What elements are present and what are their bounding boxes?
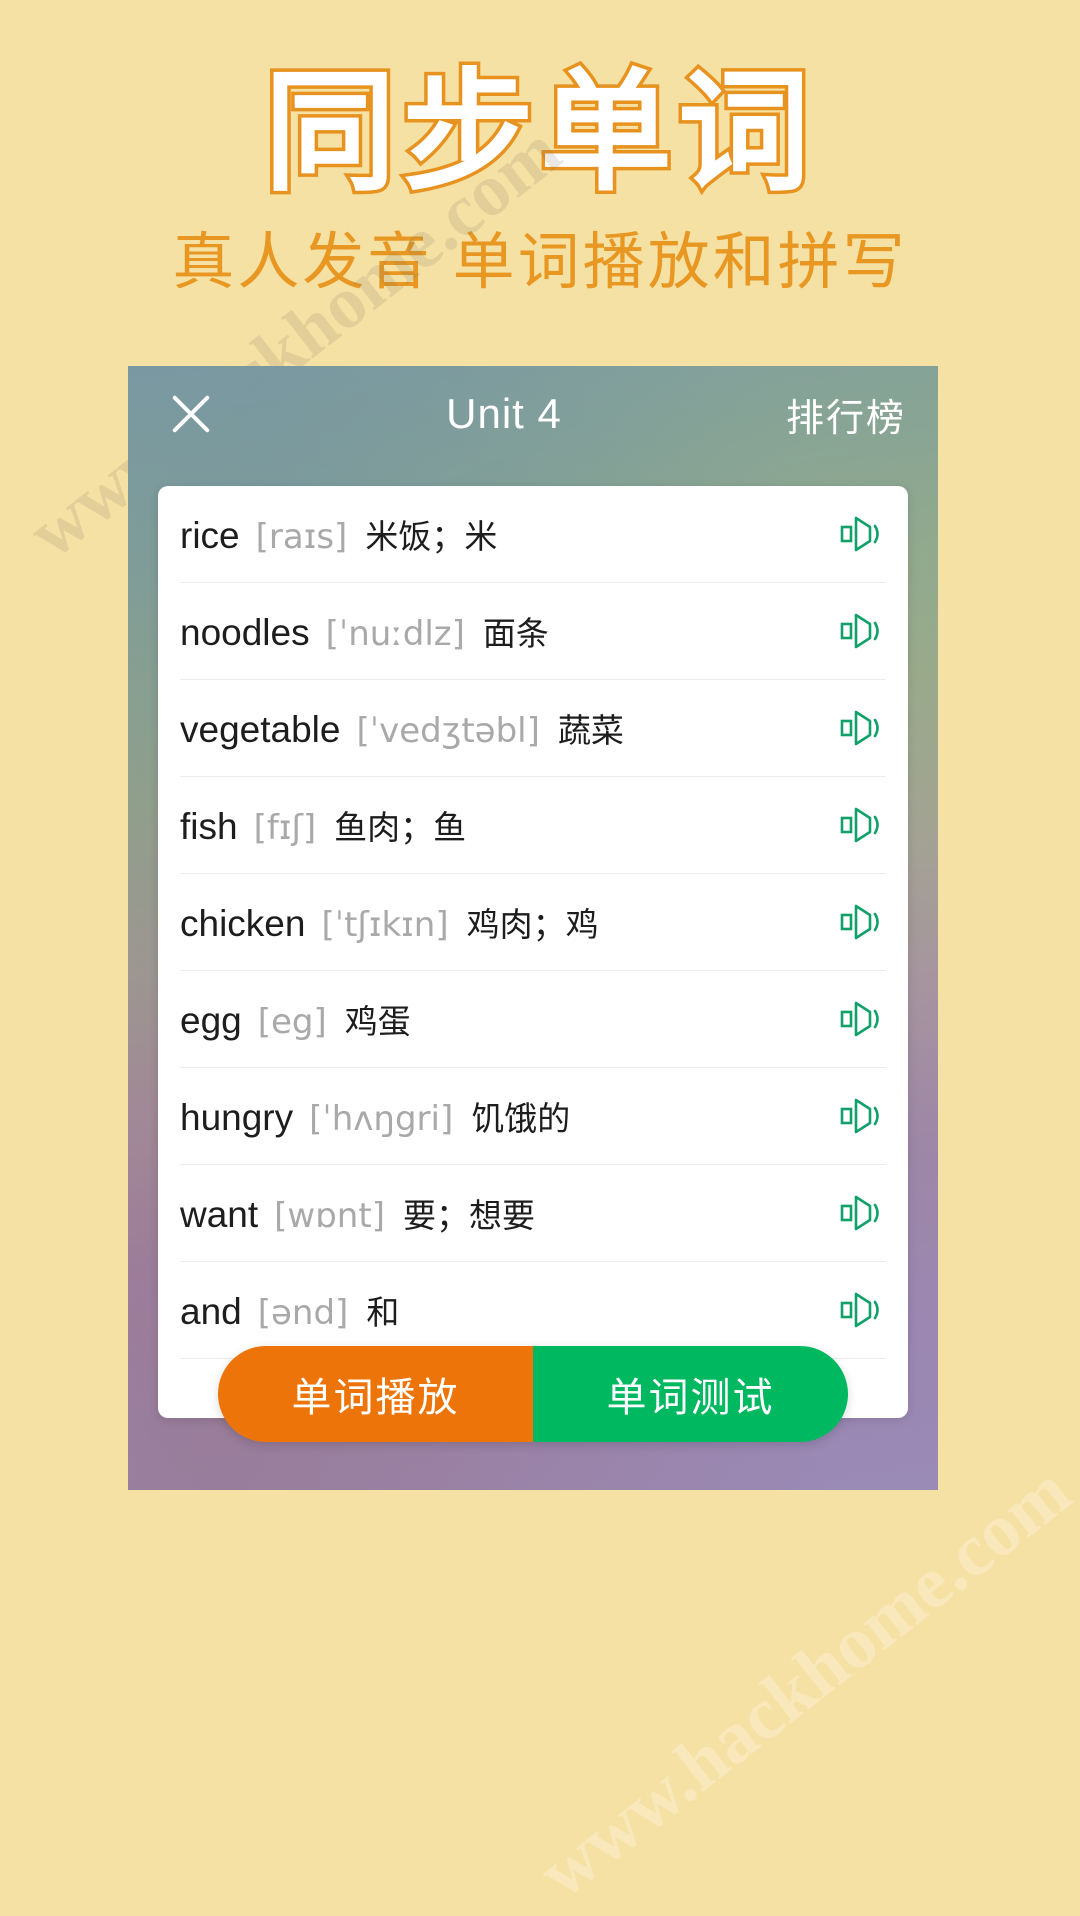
word-entry: noodles [ˈnuːdlz] 面条 bbox=[180, 607, 828, 655]
word-row[interactable]: and [ənd] 和 bbox=[180, 1262, 886, 1359]
button-group: 单词播放 单词测试 bbox=[218, 1346, 848, 1442]
promo-header: 同步单词 真人发音 单词播放和拼写 bbox=[0, 0, 1080, 297]
promo-subtitle: 真人发音 单词播放和拼写 bbox=[172, 227, 908, 297]
word-entry: egg [eg] 鸡蛋 bbox=[180, 995, 828, 1043]
word-meaning: 米饭；米 bbox=[365, 518, 498, 555]
word-meaning: 面条 bbox=[482, 615, 549, 652]
word-play-button[interactable]: 单词播放 bbox=[218, 1346, 533, 1442]
word-entry: and [ənd] 和 bbox=[180, 1286, 828, 1334]
word-phonetic: [ˈhʌŋgri] bbox=[309, 1099, 454, 1139]
word-phonetic: [raɪs] bbox=[255, 517, 348, 557]
word-row[interactable]: want [wɒnt] 要；想要 bbox=[180, 1165, 886, 1262]
word-english: vegetable bbox=[180, 709, 341, 750]
word-meaning: 和 bbox=[366, 1294, 400, 1331]
word-meaning: 饥饿的 bbox=[471, 1100, 571, 1137]
word-test-button[interactable]: 单词测试 bbox=[533, 1346, 848, 1442]
word-row[interactable]: hungry [ˈhʌŋgri] 饥饿的 bbox=[180, 1068, 886, 1165]
word-english: fish bbox=[180, 806, 238, 847]
speaker-icon[interactable] bbox=[840, 1290, 886, 1330]
navbar: Unit 4 排行榜 bbox=[128, 366, 938, 462]
speaker-icon[interactable] bbox=[840, 902, 886, 942]
word-row[interactable]: egg [eg] 鸡蛋 bbox=[180, 971, 886, 1068]
word-entry: want [wɒnt] 要；想要 bbox=[180, 1189, 828, 1237]
word-list-card: rice [raɪs] 米饭；米 noodles [ˈnuːdlz] 面条 vegetabl… bbox=[158, 486, 908, 1418]
word-phonetic: [fɪʃ] bbox=[253, 808, 317, 848]
word-english: egg bbox=[180, 1000, 242, 1041]
word-entry: hungry [ˈhʌŋgri] 饥饿的 bbox=[180, 1092, 828, 1140]
promo-title: 同步单词 bbox=[261, 58, 816, 207]
watermark-text: www.hackhome.com bbox=[523, 1449, 1080, 1915]
page-title: Unit 4 bbox=[446, 390, 562, 437]
word-entry: vegetable [ˈvedʒtəbl] 蔬菜 bbox=[180, 704, 828, 752]
word-row[interactable]: rice [raɪs] 米饭；米 bbox=[180, 486, 886, 583]
word-meaning: 鱼肉；鱼 bbox=[334, 809, 467, 846]
word-phonetic: [ˈnuːdlz] bbox=[325, 614, 465, 654]
word-row[interactable]: noodles [ˈnuːdlz] 面条 bbox=[180, 583, 886, 680]
word-phonetic: [ˈvedʒtəbl] bbox=[356, 711, 540, 751]
word-english: hungry bbox=[180, 1097, 294, 1138]
speaker-icon[interactable] bbox=[840, 514, 886, 554]
speaker-icon[interactable] bbox=[840, 999, 886, 1039]
word-entry: chicken [ˈtʃɪkɪn] 鸡肉；鸡 bbox=[180, 898, 828, 946]
word-meaning: 鸡肉；鸡 bbox=[466, 906, 599, 943]
word-phonetic: [ənd] bbox=[257, 1293, 349, 1333]
word-meaning: 蔬菜 bbox=[557, 712, 624, 749]
word-meaning: 要；想要 bbox=[402, 1197, 535, 1234]
word-phonetic: [wɒnt] bbox=[274, 1196, 385, 1236]
word-meaning: 鸡蛋 bbox=[344, 1003, 411, 1040]
word-row[interactable]: fish [fɪʃ] 鱼肉；鱼 bbox=[180, 777, 886, 874]
app-screen: Unit 4 排行榜 rice [raɪs] 米饭；米 noodles [ˈnuːdlz… bbox=[128, 366, 938, 1490]
word-entry: rice [raɪs] 米饭；米 bbox=[180, 510, 828, 558]
word-english: want bbox=[180, 1194, 259, 1235]
word-english: chicken bbox=[180, 903, 306, 944]
speaker-icon[interactable] bbox=[840, 1096, 886, 1136]
speaker-icon[interactable] bbox=[840, 1193, 886, 1233]
word-english: rice bbox=[180, 515, 240, 556]
word-row[interactable]: chicken [ˈtʃɪkɪn] 鸡肉；鸡 bbox=[180, 874, 886, 971]
bottom-action-bar: 单词播放 单词测试 bbox=[128, 1346, 938, 1442]
speaker-icon[interactable] bbox=[840, 708, 886, 748]
leaderboard-button[interactable]: 排行榜 bbox=[786, 387, 906, 442]
speaker-icon[interactable] bbox=[840, 611, 886, 651]
speaker-icon[interactable] bbox=[840, 805, 886, 845]
word-entry: fish [fɪʃ] 鱼肉；鱼 bbox=[180, 801, 828, 849]
word-phonetic: [ˈtʃɪkɪn] bbox=[321, 905, 449, 945]
word-english: noodles bbox=[180, 612, 310, 653]
word-english: and bbox=[180, 1291, 242, 1332]
word-row[interactable]: vegetable [ˈvedʒtəbl] 蔬菜 bbox=[180, 680, 886, 777]
word-phonetic: [eg] bbox=[257, 1002, 327, 1042]
close-icon[interactable] bbox=[160, 383, 222, 445]
